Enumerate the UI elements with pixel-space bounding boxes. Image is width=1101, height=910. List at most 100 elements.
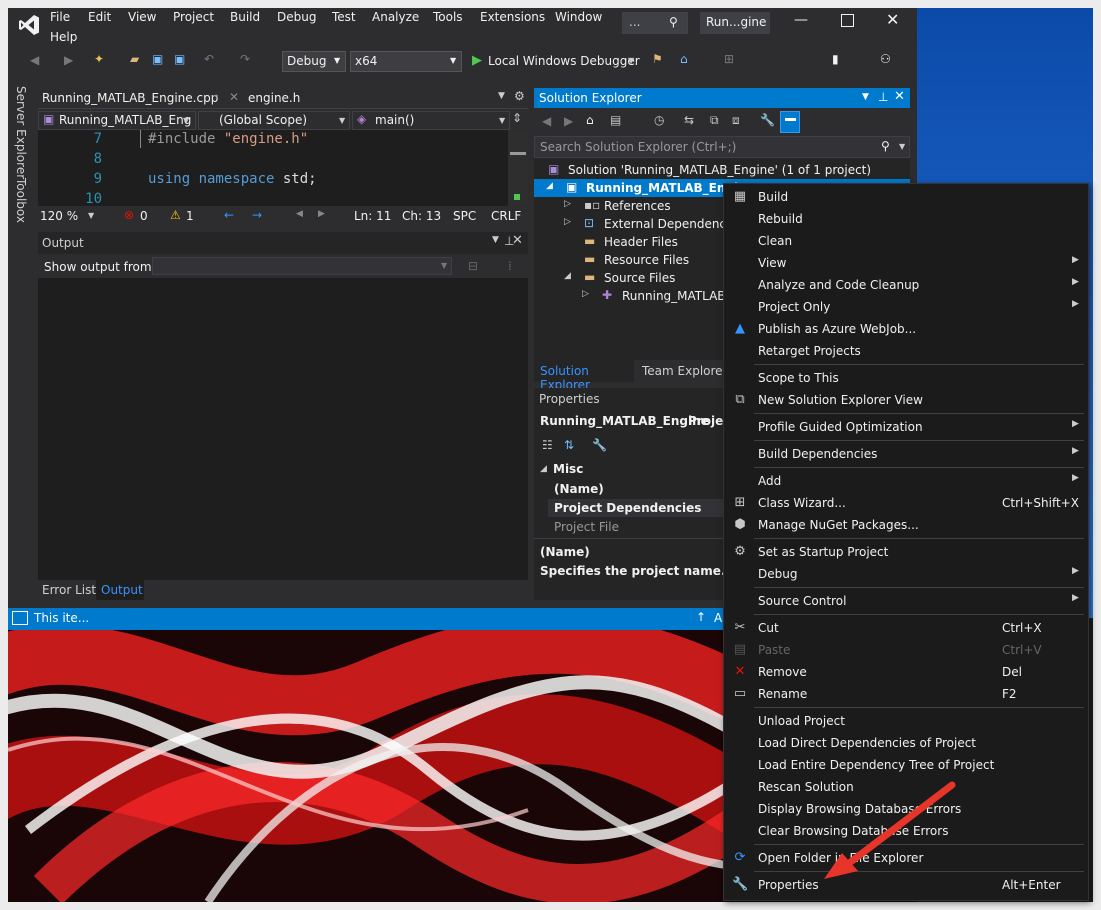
menu-edit[interactable]: Edit — [88, 10, 111, 24]
maximize-icon[interactable] — [841, 14, 854, 27]
menu-item-source-control[interactable]: Source Control ▶ — [724, 590, 1086, 612]
redo-icon[interactable]: ↷ — [240, 53, 250, 65]
menu-help[interactable]: Help — [50, 30, 77, 44]
pending-changes-icon[interactable]: ◷ — [654, 113, 664, 127]
arrow-right-icon[interactable]: → — [252, 208, 262, 222]
menu-item-load-entire-dependency-tree-of-project[interactable]: Load Entire Dependency Tree of Project — [724, 754, 1086, 776]
menu-file[interactable]: File — [50, 10, 70, 24]
chevron-down-icon[interactable]: ▼ — [88, 211, 94, 220]
undo-icon[interactable]: ↶ — [204, 53, 214, 65]
menu-tools[interactable]: Tools — [433, 10, 463, 24]
menu-item-cut[interactable]: ✂ Cut Ctrl+X — [724, 617, 1086, 639]
sync-icon[interactable]: ⇆ — [684, 113, 694, 127]
clear-icon[interactable]: ⊟ — [468, 259, 478, 273]
start-debug-icon[interactable]: ▶ — [472, 53, 482, 68]
code-line[interactable]: 8 — [38, 151, 508, 171]
line-ending[interactable]: CRLF — [491, 209, 521, 223]
platform-dropdown[interactable]: x64 ▼ — [350, 51, 462, 72]
chevron-down-icon[interactable]: ▼ — [628, 56, 634, 65]
menu-item-load-direct-dependencies-of-project[interactable]: Load Direct Dependencies of Project — [724, 732, 1086, 754]
property-project-file[interactable]: Project File — [554, 520, 619, 534]
menu-item-debug[interactable]: Debug ▶ — [724, 563, 1086, 585]
tab-solution-explorer[interactable]: Solution Explorer — [534, 360, 634, 392]
chevron-down-icon[interactable]: ▼ — [492, 235, 499, 245]
menu-extensions[interactable]: Extensions — [480, 10, 545, 24]
preview-selected-button[interactable] — [780, 111, 800, 133]
tab-engine-h[interactable]: engine.h — [248, 88, 328, 108]
browser-icon[interactable]: ⌂ — [680, 53, 688, 65]
save-icon[interactable]: ▣ — [152, 53, 163, 65]
solution-search-box[interactable]: Search Solution Explorer (Ctrl+;) ⚲ ▼ — [534, 136, 910, 158]
code-lines[interactable]: 7 #include "engine.h" 8 9 using namespace st… — [38, 130, 508, 207]
minimize-icon[interactable]: — — [794, 12, 808, 28]
output-content[interactable] — [38, 278, 528, 580]
server-explorer-tab[interactable]: Server Explorer — [14, 86, 28, 179]
close-icon[interactable]: ✕ — [512, 233, 523, 248]
save-all-icon[interactable]: ▣ — [174, 53, 185, 65]
forward-icon[interactable]: ▶ — [564, 114, 573, 128]
chevron-down-icon[interactable]: ▼ — [862, 92, 869, 102]
search-box[interactable]: ... ⚲ — [622, 12, 688, 34]
menu-item-build-dependencies[interactable]: Build Dependencies ▶ — [724, 443, 1086, 465]
feedback-icon[interactable]: ⚇ — [880, 53, 891, 65]
menu-debug[interactable]: Debug — [277, 10, 316, 24]
pin-icon[interactable]: ⊸ — [210, 91, 218, 102]
alphabetical-icon[interactable]: ⇅ — [564, 438, 574, 452]
menu-window[interactable]: Window — [555, 10, 602, 24]
menu-item-new-solution-explorer-view[interactable]: ⧉ New Solution Explorer View — [724, 389, 1086, 411]
hierarchy-icon[interactable]: ⊞ — [724, 53, 734, 65]
back-icon[interactable]: ◀ — [30, 54, 39, 66]
open-folder-icon[interactable]: ▰ — [130, 53, 139, 65]
chevron-down-icon[interactable]: ▼ — [498, 91, 505, 101]
output-source-dropdown[interactable]: ▼ — [152, 257, 452, 275]
vertical-scrollbar[interactable] — [508, 130, 528, 206]
configuration-dropdown[interactable]: Debug ▼ — [282, 51, 346, 72]
scroll-right-icon[interactable]: ▶ — [318, 209, 325, 219]
menu-item-project-only[interactable]: Project Only ▶ — [724, 296, 1086, 318]
attach-icon[interactable]: ⚑ — [652, 53, 663, 65]
menu-item-set-as-startup-project[interactable]: ⚙ Set as Startup Project — [724, 541, 1086, 563]
new-project-icon[interactable]: ✦ — [94, 53, 104, 65]
whitespace-mode[interactable]: SPC — [453, 209, 476, 223]
home-icon[interactable]: ⌂ — [586, 113, 594, 127]
menu-item-class-wizard[interactable]: ⊞ Class Wizard... Ctrl+Shift+X — [724, 492, 1086, 514]
switch-views-icon[interactable]: ▤ — [610, 113, 621, 127]
scrollbar-thumb[interactable] — [510, 152, 526, 155]
project-dropdown[interactable]: ▣ Running_MATLAB_Eng ▼ — [38, 111, 196, 130]
menu-item-profile-guided-optimization[interactable]: Profile Guided Optimization ▶ — [724, 416, 1086, 438]
property-name[interactable]: (Name) — [554, 482, 604, 496]
member-dropdown[interactable]: ◈ main() ▼ — [352, 111, 510, 130]
tree-item-solution[interactable]: ▣ Solution 'Running_MATLAB_Engine' (1 of… — [534, 161, 910, 179]
menu-analyze[interactable]: Analyze — [372, 10, 419, 24]
pin-icon[interactable]: ⊥ — [878, 90, 888, 104]
menu-item-publish-as-azure-webjob[interactable]: ▲ Publish as Azure WebJob... — [724, 318, 1086, 340]
menu-item-rebuild[interactable]: Rebuild — [724, 208, 1086, 230]
close-icon[interactable]: ✕ — [894, 89, 905, 104]
arrow-left-icon[interactable]: ← — [224, 208, 234, 222]
tab-running-matlab-engine-cpp[interactable]: Running_MATLAB_Engine.cpp ⊸ ✕ — [38, 88, 242, 108]
close-icon[interactable]: ✕ — [886, 10, 899, 29]
tab-error-list[interactable]: Error List — [42, 583, 96, 597]
menu-item-scope-to-this[interactable]: Scope to This — [724, 367, 1086, 389]
bookmark-icon[interactable]: ▮ — [832, 53, 839, 65]
property-project-dependencies[interactable]: Project Dependencies — [554, 501, 701, 515]
toolbox-tab[interactable]: Toolbox — [14, 178, 28, 223]
menu-item-build[interactable]: ▦ Build — [724, 186, 1086, 208]
zoom-level[interactable]: 120 % — [40, 209, 78, 223]
show-all-files-icon[interactable]: ⧈ — [732, 113, 740, 128]
menu-project[interactable]: Project — [173, 10, 214, 24]
back-icon[interactable]: ◀ — [542, 114, 551, 128]
menu-build[interactable]: Build — [230, 10, 260, 24]
menu-view[interactable]: View — [128, 10, 156, 24]
menu-item-view[interactable]: View ▶ — [724, 252, 1086, 274]
menu-item-retarget-projects[interactable]: Retarget Projects — [724, 340, 1086, 362]
gear-icon[interactable]: ⚙ — [514, 89, 525, 103]
menu-test[interactable]: Test — [332, 10, 356, 24]
warning-count[interactable]: 1 — [186, 209, 194, 223]
menu-item-manage-nuget-packages[interactable]: ⬢ Manage NuGet Packages... — [724, 514, 1086, 536]
error-count[interactable]: 0 — [140, 209, 148, 223]
property-pages-icon[interactable]: 🔧 — [592, 438, 607, 452]
tab-output[interactable]: Output — [96, 580, 144, 600]
close-tab-icon[interactable]: ✕ — [229, 90, 239, 104]
menu-item-clean[interactable]: Clean — [724, 230, 1086, 252]
